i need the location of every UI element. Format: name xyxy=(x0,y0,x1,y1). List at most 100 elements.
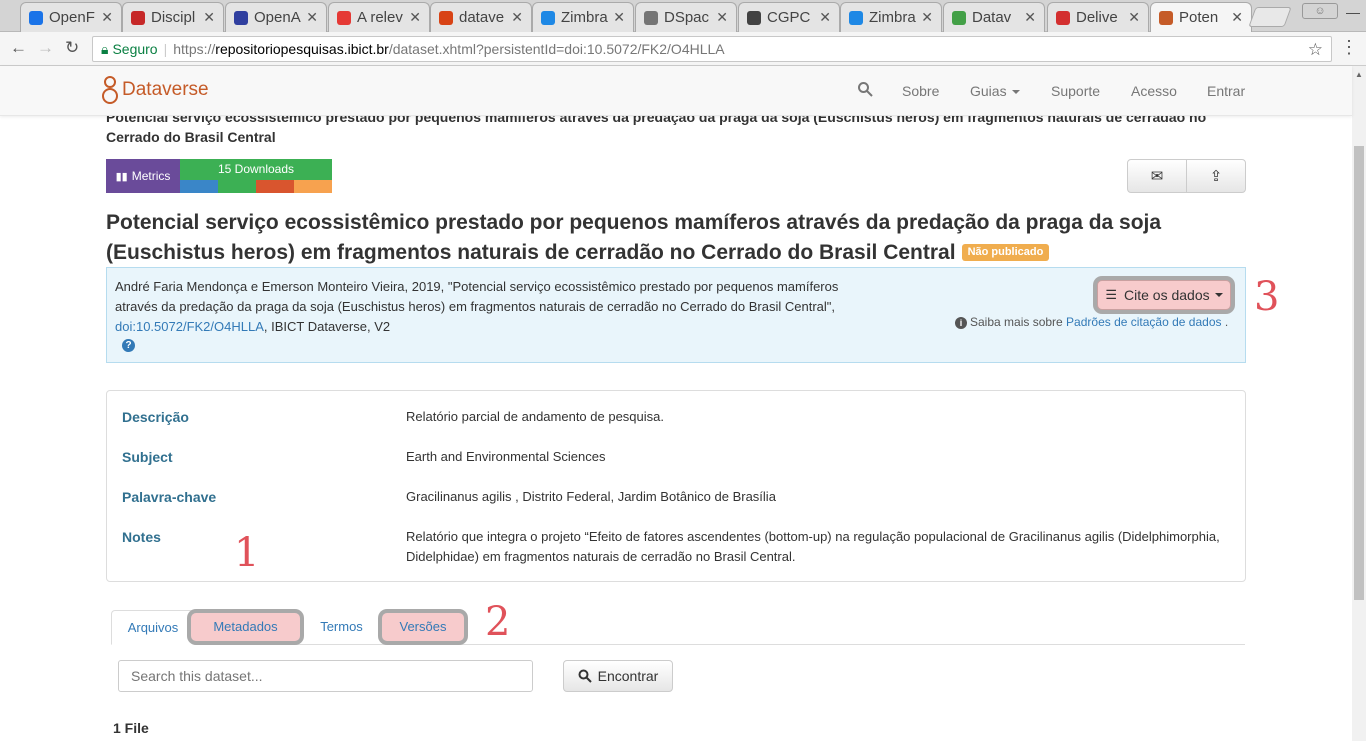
annotation-number-2: 2 xyxy=(485,599,511,645)
scroll-up-icon[interactable]: ▲ xyxy=(1355,70,1363,79)
reload-icon[interactable]: ↻ xyxy=(65,38,79,58)
metric-segment-red xyxy=(256,180,294,193)
caret-down-icon xyxy=(1214,293,1223,297)
browser-tab[interactable]: Zimbra ✕ xyxy=(532,2,634,32)
nav-login[interactable]: Entrar xyxy=(1207,83,1245,99)
browser-tab[interactable]: Zimbra ✕ xyxy=(840,2,942,32)
dataset-search-input[interactable] xyxy=(118,660,533,692)
list-icon: ☰ xyxy=(1105,287,1118,302)
citation-standards-link[interactable]: Padrões de citação de dados xyxy=(1066,315,1221,329)
close-tab-icon[interactable]: ✕ xyxy=(1128,9,1140,26)
search-icon xyxy=(578,669,592,683)
image-icon xyxy=(131,10,145,25)
page-scrollbar[interactable]: ▲ xyxy=(1352,66,1366,741)
forward-arrow-icon[interactable]: → xyxy=(37,38,54,58)
tab-files[interactable]: Arquivos xyxy=(111,610,195,645)
nav-guides-label: Guias xyxy=(970,83,1007,99)
metadata-value-subject: Earth and Environmental Sciences xyxy=(406,449,606,464)
profile-icon[interactable]: ☺ xyxy=(1302,3,1338,19)
url-path: /dataset.xhtml?persistentId=doi:10.5072/… xyxy=(388,41,725,57)
gear-icon xyxy=(337,10,351,25)
tabs-divider xyxy=(111,644,1245,645)
browser-tab[interactable]: Delive ✕ xyxy=(1047,2,1149,32)
doi-link[interactable]: doi:10.5072/FK2/O4HLLA xyxy=(115,319,264,334)
browser-toolbar: ← → ↻ 🔒︎ Seguro | https://repositoriopesqui… xyxy=(0,32,1366,66)
browser-menu-icon[interactable]: ⋮ xyxy=(1340,37,1358,58)
close-tab-icon[interactable]: ✕ xyxy=(306,9,318,26)
minimize-icon[interactable]: — xyxy=(1346,4,1360,20)
browser-tab[interactable]: Datav ✕ xyxy=(943,2,1045,32)
email-button[interactable]: ✉ xyxy=(1128,160,1186,192)
nav-support[interactable]: Suporte xyxy=(1051,83,1100,99)
find-button-label: Encontrar xyxy=(597,668,659,684)
metric-segment-blue xyxy=(180,180,218,193)
site-navbar: Dataverse Sobre Guias Suporte Acesso Ent… xyxy=(0,66,1352,116)
brand-name: Dataverse xyxy=(122,79,209,100)
page-icon xyxy=(644,10,658,25)
metrics-label: Metrics xyxy=(131,169,171,183)
address-bar[interactable]: 🔒︎ Seguro | https://repositoriopesquisas.ib… xyxy=(92,36,1332,62)
nav-guides[interactable]: Guias xyxy=(970,83,1020,99)
metadata-label-notes: Notes xyxy=(122,529,161,545)
citation-text: André Faria Mendonça e Emerson Monteiro … xyxy=(115,277,855,337)
browser-tab[interactable]: A relev ✕ xyxy=(328,2,430,32)
close-tab-icon[interactable]: ✕ xyxy=(819,9,831,26)
browser-tab[interactable]: OpenF ✕ xyxy=(20,2,122,32)
share-button[interactable]: ⇪ xyxy=(1186,160,1245,192)
close-tab-icon[interactable]: ✕ xyxy=(716,9,728,26)
annotation-number-3: 3 xyxy=(1254,274,1280,320)
dataverse-logo[interactable]: Dataverse xyxy=(102,76,209,104)
help-icon[interactable]: ? xyxy=(122,339,135,352)
scrollbar-thumb[interactable] xyxy=(1354,146,1364,600)
bar-chart-icon: ▮▮ xyxy=(115,170,128,183)
metadata-value-keyword: Gracilinanus agilis , Distrito Federal, … xyxy=(406,489,776,504)
url-host: repositoriopesquisas.ibict.br xyxy=(215,41,389,57)
tab-terms[interactable]: Termos xyxy=(305,610,378,645)
metadata-value-notes: Relatório que integra o projeto “Efeito … xyxy=(406,529,1220,564)
downloads-count: 15 Downloads xyxy=(180,159,332,180)
url-scheme: https:// xyxy=(173,41,216,57)
browser-tab[interactable]: CGPC ✕ xyxy=(738,2,840,32)
metadata-panel: Descrição Relatório parcial de andamento… xyxy=(106,390,1246,582)
cite-data-button[interactable]: ☰ Cite os dados xyxy=(1097,280,1231,310)
browser-tab-strip: OpenF ✕ Discipl ✕ OpenA ✕ A relev ✕ datave ✕ Zimbr… xyxy=(0,0,1366,32)
search-icon[interactable] xyxy=(857,81,873,97)
close-tab-icon[interactable]: ✕ xyxy=(511,9,523,26)
browser-tab[interactable]: Discipl ✕ xyxy=(122,2,224,32)
link-icon xyxy=(29,10,43,25)
nav-access[interactable]: Acesso xyxy=(1131,83,1177,99)
dataset-title: Potencial serviço ecossistêmico prestado… xyxy=(106,208,1216,268)
dataverse-logo-icon xyxy=(102,76,118,104)
metric-segment-green xyxy=(218,180,256,193)
close-tab-icon[interactable]: ✕ xyxy=(613,9,625,26)
nav-about[interactable]: Sobre xyxy=(902,83,939,99)
close-tab-icon[interactable]: ✕ xyxy=(203,9,215,26)
cite-button-label: Cite os dados xyxy=(1124,287,1210,303)
circle-icon xyxy=(234,10,248,25)
close-tab-icon[interactable]: ✕ xyxy=(921,9,933,26)
browser-tab[interactable]: DSpac ✕ xyxy=(635,2,737,32)
close-tab-icon[interactable]: ✕ xyxy=(101,9,113,26)
metrics-badge[interactable]: ▮▮ Metrics xyxy=(106,159,180,193)
find-button[interactable]: Encontrar xyxy=(563,660,673,692)
bookmark-star-icon[interactable]: ☆ xyxy=(1308,38,1323,62)
browser-tab[interactable]: datave ✕ xyxy=(430,2,532,32)
metadata-value-description: Relatório parcial de andamento de pesqui… xyxy=(406,409,665,424)
tab-versions[interactable]: Versões xyxy=(382,613,464,641)
new-tab-button[interactable] xyxy=(1248,7,1292,27)
learn-prefix: Saiba mais sobre xyxy=(970,315,1067,329)
close-tab-icon[interactable]: ✕ xyxy=(1024,9,1036,26)
metadata-label-subject: Subject xyxy=(122,449,173,465)
close-tab-icon[interactable]: ✕ xyxy=(409,9,421,26)
envelope-icon: ✉ xyxy=(1150,168,1164,185)
back-arrow-icon[interactable]: ← xyxy=(10,38,27,58)
tab-metadata[interactable]: Metadados xyxy=(191,613,300,641)
zimbra-icon xyxy=(541,10,555,25)
browser-tab[interactable]: OpenA ✕ xyxy=(225,2,327,32)
citation-box: André Faria Mendonça e Emerson Monteiro … xyxy=(106,267,1246,363)
citation-body: André Faria Mendonça e Emerson Monteiro … xyxy=(115,279,839,314)
browser-tab[interactable]: Poten ✕ xyxy=(1150,2,1252,32)
file-count: 1 File xyxy=(113,720,149,736)
close-tab-icon[interactable]: ✕ xyxy=(1231,9,1243,26)
citation-standards-note: i Saiba mais sobre Padrões de citação de … xyxy=(955,315,1228,329)
